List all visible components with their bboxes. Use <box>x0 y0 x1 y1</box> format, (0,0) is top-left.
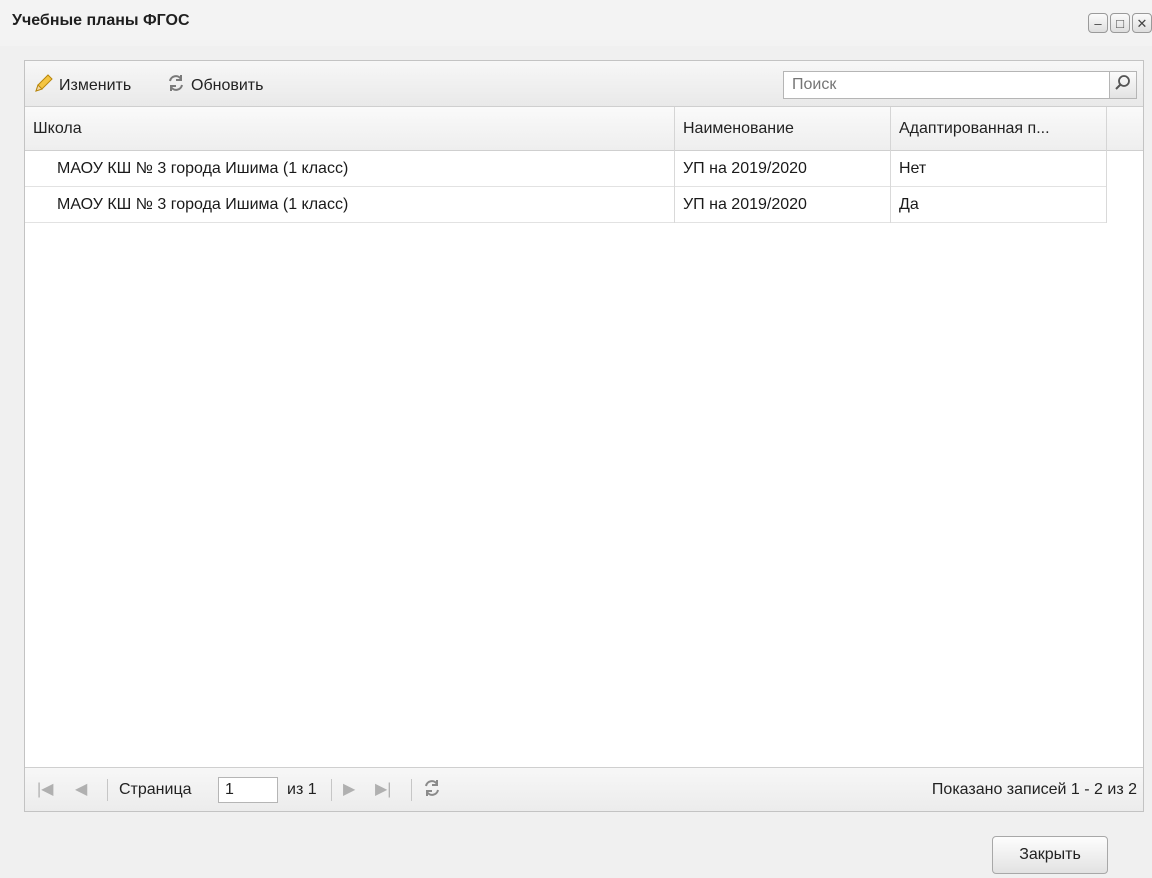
refresh-icon <box>165 72 187 99</box>
table-row[interactable]: МАОУ КШ № 3 города Ишима (1 класс) УП на… <box>25 151 1107 187</box>
page-total-label: из 1 <box>287 781 317 798</box>
close-button[interactable]: Закрыть <box>992 836 1108 874</box>
pager-refresh-icon[interactable] <box>421 777 443 804</box>
page-label: Страница <box>119 781 192 798</box>
pager-separator <box>411 779 412 801</box>
cell-name: УП на 2019/2020 <box>675 151 891 187</box>
pencil-icon <box>33 72 55 99</box>
window-controls: – □ ✕ <box>1088 13 1152 33</box>
edit-button[interactable]: Изменить <box>33 72 131 99</box>
minimize-icon: – <box>1094 15 1102 31</box>
page-number-input[interactable] <box>218 777 278 803</box>
table-row[interactable]: МАОУ КШ № 3 города Ишима (1 класс) УП на… <box>25 187 1107 223</box>
cell-school: МАОУ КШ № 3 города Ишима (1 класс) <box>25 187 675 223</box>
pager-separator <box>331 779 332 801</box>
search-icon <box>1114 74 1132 97</box>
prev-page-icon[interactable]: ◀ <box>75 779 87 799</box>
column-header-adapted[interactable]: Адаптированная п... <box>891 107 1107 151</box>
curricula-panel: Изменить Обновить Поиск Школа Наименован… <box>24 60 1144 812</box>
close-icon: ✕ <box>1136 15 1148 31</box>
window-titlebar: Учебные планы ФГОС – □ ✕ <box>0 0 1152 46</box>
search-input[interactable] <box>783 71 1109 99</box>
toolbar: Изменить Обновить <box>25 61 1143 107</box>
edit-button-label: Изменить <box>59 76 132 94</box>
pager: |◀ ◀ Страница из 1 ▶ ▶| Показано записей… <box>25 767 1143 811</box>
maximize-button[interactable]: □ <box>1110 13 1130 33</box>
search-button[interactable] <box>1109 71 1137 99</box>
grid-header: Школа Наименование Адаптированная п... <box>25 107 1143 151</box>
column-header-school[interactable]: Школа <box>25 107 675 151</box>
cell-adapted: Нет <box>891 151 1107 187</box>
records-status: Показано записей 1 - 2 из 2 <box>931 781 1137 798</box>
cell-adapted: Да <box>891 187 1107 223</box>
column-header-name[interactable]: Наименование <box>675 107 891 151</box>
refresh-button[interactable]: Обновить <box>165 72 263 99</box>
first-page-icon[interactable]: |◀ <box>37 779 53 799</box>
window-title: Учебные планы ФГОС <box>12 12 190 29</box>
close-window-button[interactable]: ✕ <box>1132 13 1152 33</box>
cell-school: МАОУ КШ № 3 города Ишима (1 класс) <box>25 151 675 187</box>
refresh-button-label: Обновить <box>191 76 264 94</box>
search-box <box>783 71 1137 99</box>
maximize-icon: □ <box>1116 15 1124 31</box>
window: Учебные планы ФГОС – □ ✕ Изменить Обнови… <box>0 0 1152 878</box>
next-page-icon[interactable]: ▶ <box>343 779 355 799</box>
pager-separator <box>107 779 108 801</box>
cell-name: УП на 2019/2020 <box>675 187 891 223</box>
minimize-button[interactable]: – <box>1088 13 1108 33</box>
last-page-icon[interactable]: ▶| <box>375 779 391 799</box>
grid-body: МАОУ КШ № 3 города Ишима (1 класс) УП на… <box>25 151 1143 769</box>
